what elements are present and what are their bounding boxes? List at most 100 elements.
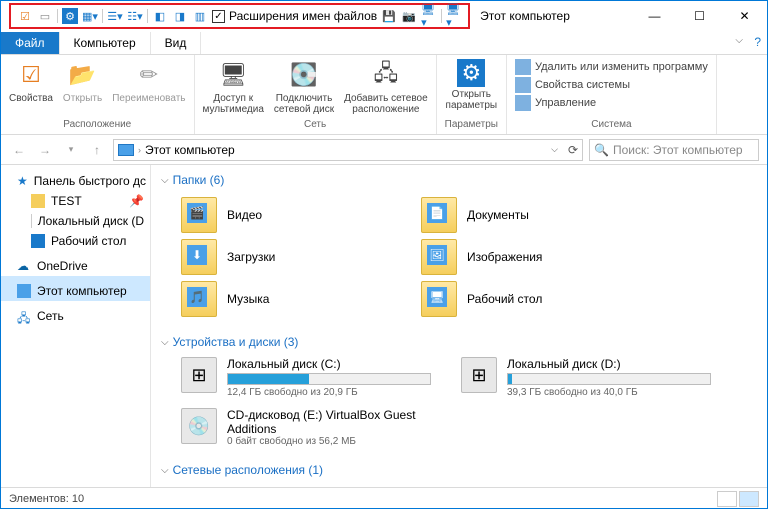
- section-header-network[interactable]: Сетевые расположения (1): [161, 459, 757, 481]
- folder-icon: 🎵: [181, 281, 217, 317]
- uninstall-program-button[interactable]: Удалить или изменить программу: [515, 59, 708, 75]
- address-bar: ← → ▾ ↑ › Этот компьютер ⌵ ⟳ 🔍 Поиск: Эт…: [1, 135, 767, 165]
- qat-tiles-icon[interactable]: ☷▾: [127, 8, 143, 24]
- ribbon: ☑Свойства 📂Открыть ✏Переименовать Распол…: [1, 55, 767, 135]
- folder-icon: 🖥: [421, 281, 457, 317]
- nav-this-pc[interactable]: Этот компьютер: [1, 276, 150, 301]
- drive-icon: ⊞: [461, 357, 497, 393]
- ribbon-group-system: Удалить или изменить программу Свойства …: [507, 55, 717, 134]
- recent-button[interactable]: ▾: [61, 140, 81, 160]
- drive-usage-bar: [507, 373, 711, 385]
- add-network-location-button[interactable]: 🖧Добавить сетевое расположение: [344, 59, 428, 115]
- qat-separator: [147, 9, 148, 23]
- folder-item[interactable]: ⬇Загрузки: [181, 239, 381, 275]
- folder-item[interactable]: 🖼 Изображения: [421, 239, 621, 275]
- forward-button[interactable]: →: [35, 140, 55, 160]
- media-access-button[interactable]: 🖥Доступ к мультимедиа: [203, 59, 264, 115]
- qat-separator: [57, 9, 58, 23]
- nav-network[interactable]: 🖧Сеть: [1, 301, 150, 326]
- group-label: Расположение: [63, 119, 131, 130]
- qat-display-icon[interactable]: 🖥▾: [446, 8, 462, 24]
- folder-icon: 📄: [421, 197, 457, 233]
- drive-free-text: 12,4 ГБ свободно из 20,9 ГБ: [227, 387, 431, 398]
- address-input[interactable]: › Этот компьютер ⌵ ⟳: [113, 139, 583, 161]
- folder-item[interactable]: 🎬Видео: [181, 197, 381, 233]
- folder-icon: 🖼: [421, 239, 457, 275]
- nav-item-desktop[interactable]: Рабочий стол: [1, 231, 150, 251]
- section-header-drives[interactable]: Устройства и диски (3): [161, 331, 757, 353]
- qat-open-icon[interactable]: ▭: [37, 8, 53, 24]
- properties-button[interactable]: ☑Свойства: [9, 59, 53, 104]
- drive-usage-bar: [227, 373, 431, 385]
- folder-name: Документы: [467, 208, 529, 222]
- open-button[interactable]: 📂Открыть: [63, 59, 102, 104]
- folder-item[interactable]: 🖥Рабочий стол: [421, 281, 621, 317]
- system-properties-button[interactable]: Свойства системы: [515, 77, 708, 93]
- ribbon-tabs: Файл Компьютер Вид ⌵ ?: [1, 31, 767, 55]
- map-drive-button[interactable]: 💽Подключить сетевой диск: [274, 59, 334, 115]
- minimize-button[interactable]: —: [632, 2, 677, 30]
- close-button[interactable]: ✕: [722, 2, 767, 30]
- window-controls: — ☐ ✕: [632, 2, 767, 30]
- nav-onedrive[interactable]: ☁OneDrive: [1, 251, 150, 276]
- view-details-button[interactable]: [717, 491, 737, 507]
- folder-icon: 🎬: [181, 197, 217, 233]
- nav-item-local-d[interactable]: Локальный диск (D: [1, 211, 150, 231]
- qat-pane2-icon[interactable]: ◨: [172, 8, 188, 24]
- qat-ext-checkbox[interactable]: ✓: [212, 10, 225, 23]
- maximize-button[interactable]: ☐: [677, 2, 722, 30]
- section-header-folders[interactable]: Папки (6): [161, 169, 757, 191]
- qat-list-icon[interactable]: ▦▾: [82, 8, 98, 24]
- folder-name: Изображения: [467, 250, 542, 264]
- navigation-pane: ★Панель быстрого дс TEST📌 Локальный диск…: [1, 165, 151, 487]
- manage-button[interactable]: Управление: [515, 95, 708, 111]
- drive-name: CD-дисковод (E:) VirtualBox Guest Additi…: [227, 408, 431, 436]
- qat-pane3-icon[interactable]: ▥: [192, 8, 208, 24]
- folder-name: Загрузки: [227, 250, 275, 264]
- quick-access-toolbar: ☑ ▭ ⚙ ▦▾ ☰▾ ☷▾ ◧ ◨ ▥ ✓ Расширения имен ф…: [9, 3, 470, 29]
- up-button[interactable]: ↑: [87, 140, 107, 160]
- window-title: Этот компьютер: [480, 9, 570, 23]
- explorer-body: ★Панель быстрого дс TEST📌 Локальный диск…: [1, 165, 767, 487]
- section-folders: Папки (6) 🎬Видео 📄 Документы ⬇Загрузки 🖼 Изоб…: [161, 169, 757, 323]
- nav-quick-access[interactable]: ★Панель быстрого дс: [1, 171, 150, 191]
- drive-icon: ⊞: [181, 357, 217, 393]
- tab-file[interactable]: Файл: [1, 32, 60, 54]
- refresh-icon[interactable]: ⟳: [568, 143, 578, 157]
- qat-details-icon[interactable]: ☰▾: [107, 8, 123, 24]
- ribbon-group-network: 🖥Доступ к мультимедиа 💽Подключить сетево…: [195, 55, 437, 134]
- status-bar: Элементов: 10: [1, 487, 767, 509]
- qat-settings-icon[interactable]: ⚙: [62, 8, 78, 24]
- open-settings-button[interactable]: ⚙Открыть параметры: [446, 59, 498, 111]
- tab-computer[interactable]: Компьютер: [60, 32, 151, 54]
- folder-item[interactable]: 🎵Музыка: [181, 281, 381, 317]
- content-pane: Папки (6) 🎬Видео 📄 Документы ⬇Загрузки 🖼 Изоб…: [151, 165, 767, 487]
- folder-item[interactable]: 📄 Документы: [421, 197, 621, 233]
- titlebar: ☑ ▭ ⚙ ▦▾ ☰▾ ☷▾ ◧ ◨ ▥ ✓ Расширения имен ф…: [1, 1, 767, 31]
- qat-separator: [102, 9, 103, 23]
- drive-free-text: 39,3 ГБ свободно из 40,0 ГБ: [507, 387, 711, 398]
- qat-monitor-icon[interactable]: 🖥▾: [421, 8, 437, 24]
- ribbon-collapse-icon[interactable]: ⌵: [735, 35, 743, 46]
- address-path: Этот компьютер: [145, 143, 235, 157]
- qat-save-icon[interactable]: 💾: [381, 8, 397, 24]
- search-input[interactable]: 🔍 Поиск: Этот компьютер: [589, 139, 759, 161]
- rename-button[interactable]: ✏Переименовать: [112, 59, 185, 104]
- qat-pane1-icon[interactable]: ◧: [152, 8, 168, 24]
- search-placeholder: Поиск: Этот компьютер: [613, 143, 743, 157]
- back-button[interactable]: ←: [9, 140, 29, 160]
- help-icon[interactable]: ?: [754, 35, 761, 49]
- drive-item[interactable]: ⊞Локальный диск (D:)39,3 ГБ свободно из …: [461, 357, 711, 398]
- tab-view[interactable]: Вид: [151, 32, 202, 54]
- view-icons-button[interactable]: [739, 491, 759, 507]
- drive-name: Локальный диск (C:): [227, 357, 431, 371]
- qat-properties-icon[interactable]: ☑: [17, 8, 33, 24]
- qat-camera-icon[interactable]: 📷: [401, 8, 417, 24]
- nav-item-test[interactable]: TEST📌: [1, 191, 150, 211]
- address-dropdown-icon[interactable]: ⌵: [551, 144, 558, 155]
- section-network: Сетевые расположения (1): [161, 459, 757, 481]
- drive-item[interactable]: 💿CD-дисковод (E:) VirtualBox Guest Addit…: [181, 408, 431, 447]
- qat-ext-label: Расширения имен файлов: [229, 9, 377, 23]
- group-label: Система: [591, 119, 631, 130]
- drive-item[interactable]: ⊞ Локальный диск (C:) 12,4 ГБ свободно из …: [181, 357, 431, 398]
